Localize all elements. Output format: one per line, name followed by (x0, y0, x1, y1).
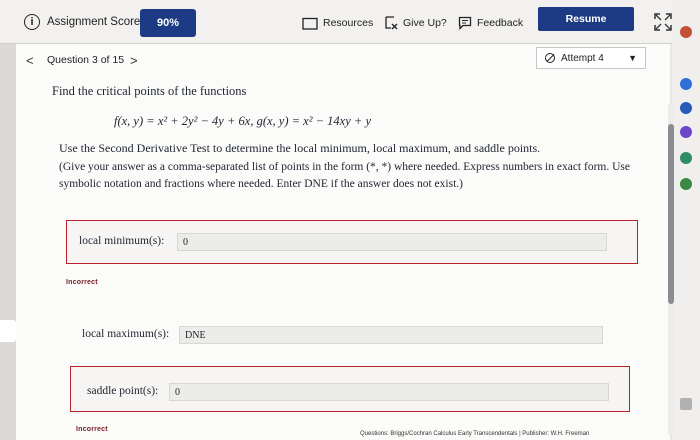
question-counter: Question 3 of 15 (47, 54, 125, 66)
extension-icon[interactable] (680, 26, 692, 38)
folder-icon (302, 17, 318, 30)
attempt-label: Attempt 4 (561, 52, 604, 64)
local-minimum-status: Incorrect (66, 279, 98, 286)
local-minimum-input[interactable]: 0 (177, 233, 607, 251)
local-maximum-input[interactable]: DNE (179, 326, 603, 344)
extension-icon[interactable] (680, 398, 692, 410)
question-instruction: Use the Second Derivative Test to determ… (59, 141, 541, 155)
saddle-point-input[interactable]: 0 (169, 383, 609, 401)
chevron-left-icon[interactable]: < (26, 53, 34, 68)
scrollbar-thumb[interactable] (668, 124, 674, 304)
question-prompt: Find the critical points of the function… (52, 84, 247, 98)
feedback-icon (458, 16, 472, 30)
saddle-point-label: saddle point(s): (87, 385, 159, 397)
extension-icon[interactable] (680, 102, 692, 114)
extension-icon[interactable] (680, 126, 692, 138)
resume-button[interactable]: Resume (538, 7, 634, 31)
local-maximum-label: local maximum(s): (82, 328, 170, 340)
saddle-point-answer-box: saddle point(s): 0 (70, 366, 630, 412)
give-up-icon (385, 16, 398, 30)
question-navigation: < Question 3 of 15 > Attempt 4 ▼ (16, 44, 670, 74)
give-up-label: Give Up? (403, 17, 447, 29)
answer-format-note: (Give your answer as a comma-separated l… (59, 161, 630, 190)
local-minimum-label: local minimum(s): (79, 235, 165, 247)
sidebar-toggle[interactable] (0, 320, 16, 342)
feedback-label: Feedback (477, 17, 524, 29)
question-panel: < Question 3 of 15 > Attempt 4 ▼ Find th… (16, 44, 674, 440)
feedback-button[interactable]: Feedback (458, 14, 523, 32)
extension-icon[interactable] (680, 178, 692, 190)
publisher-footer: Questions: Briggs/Cochran Calculus Early… (360, 431, 590, 437)
expand-icon[interactable] (654, 13, 672, 31)
attempt-status-icon (545, 53, 555, 63)
extension-strip (672, 0, 700, 440)
top-toolbar: i Assignment Score: 90% Resources Give U… (0, 0, 700, 44)
attempt-dropdown[interactable]: Attempt 4 ▼ (536, 47, 646, 69)
function-formula: f(x, y) = x² + 2y² − 4y + 6x, g(x, y) = … (114, 114, 371, 128)
caret-down-icon: ▼ (628, 53, 637, 63)
score-badge: 90% (140, 9, 196, 37)
resources-label: Resources (323, 17, 374, 29)
assignment-score-label: Assignment Score: (47, 16, 144, 28)
info-icon[interactable]: i (24, 14, 40, 30)
extension-icon[interactable] (680, 78, 692, 90)
resources-button[interactable]: Resources (302, 14, 373, 32)
give-up-button[interactable]: Give Up? (384, 14, 447, 32)
left-sidebar-strip (0, 44, 16, 440)
saddle-point-status: Incorrect (76, 426, 108, 433)
chevron-right-icon[interactable]: > (130, 53, 138, 68)
local-minimum-answer-box: local minimum(s): 0 (66, 220, 638, 264)
extension-icon[interactable] (680, 152, 692, 164)
